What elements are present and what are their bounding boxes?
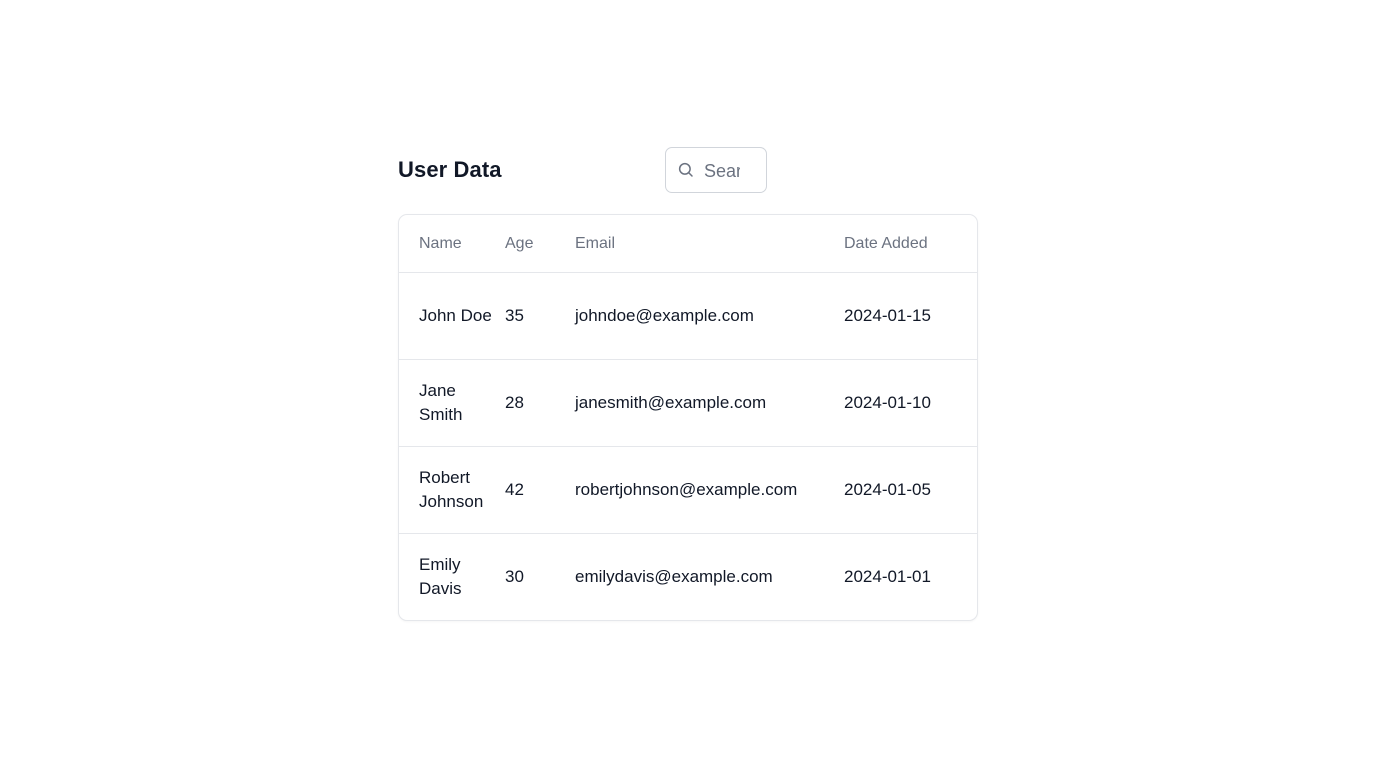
cell-age: 28 — [505, 359, 575, 447]
column-header-date-added[interactable]: Date Added — [844, 215, 977, 273]
table-header-row: Name Age Email Date Added — [399, 215, 977, 273]
table-row[interactable]: John Doe 35 johndoe@example.com 2024-01-… — [399, 272, 977, 360]
cell-email: johndoe@example.com — [575, 272, 844, 360]
cell-email: robertjohnson@example.com — [575, 446, 844, 534]
user-table: Name Age Email Date Added John Doe 35 jo… — [399, 215, 977, 621]
table-row[interactable]: Emily Davis 30 emilydavis@example.com 20… — [399, 534, 977, 621]
cell-name: Jane Smith — [399, 359, 505, 447]
cell-age: 35 — [505, 272, 575, 360]
table-row[interactable]: Robert Johnson 42 robertjohnson@example.… — [399, 446, 977, 534]
column-header-email[interactable]: Email — [575, 215, 844, 273]
column-header-age[interactable]: Age — [505, 215, 575, 273]
search-box[interactable] — [665, 147, 767, 193]
cell-date-added: 2024-01-01 — [844, 567, 931, 586]
panel-header: User Data — [398, 147, 978, 194]
cell-age: 42 — [505, 446, 575, 534]
cell-name: Emily Davis — [419, 555, 462, 598]
search-input[interactable] — [704, 158, 740, 184]
cell-date-added: 2024-01-10 — [844, 359, 977, 447]
table-header: Name Age Email Date Added — [399, 215, 977, 273]
table-row[interactable]: Jane Smith 28 janesmith@example.com 2024… — [399, 359, 977, 447]
search-icon — [678, 162, 693, 177]
cell-name: Robert Johnson — [399, 446, 505, 534]
cell-date-added: 2024-01-05 — [844, 446, 977, 534]
cell-email: emilydavis@example.com — [575, 567, 773, 586]
user-data-panel: User Data Name Age Email Date Add — [398, 147, 978, 621]
cell-name: John Doe — [399, 272, 505, 360]
page-title: User Data — [398, 157, 502, 182]
cell-age: 30 — [505, 567, 524, 586]
column-header-name[interactable]: Name — [399, 215, 505, 273]
cell-email: janesmith@example.com — [575, 359, 844, 447]
table-body: John Doe 35 johndoe@example.com 2024-01-… — [399, 272, 977, 621]
user-table-card: Name Age Email Date Added John Doe 35 jo… — [398, 214, 978, 621]
cell-date-added: 2024-01-15 — [844, 272, 977, 360]
